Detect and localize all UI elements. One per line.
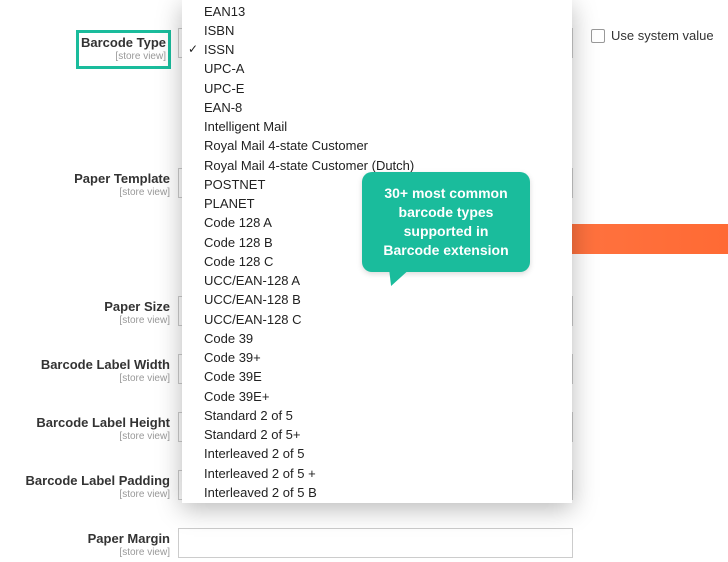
dropdown-option[interactable]: UPC-E [182,79,572,98]
dropdown-option[interactable]: UPC-A [182,60,572,79]
use-system-value-checkbox[interactable] [591,29,605,43]
dropdown-option[interactable]: Code 39E [182,368,572,387]
field-row-paper-margin: Paper Margin [store view] [0,528,728,562]
dropdown-option[interactable]: Code 39E+ [182,387,572,406]
dropdown-option[interactable]: Code 39+ [182,349,572,368]
field-scope: [store view] [0,187,170,198]
field-label: Barcode Label Padding [26,473,170,488]
dropdown-option[interactable]: Interleaved 2 of 5 B [182,483,572,502]
dropdown-option[interactable]: Intelligent Mail [182,118,572,137]
dropdown-option[interactable]: ISBN [182,21,572,40]
dropdown-option[interactable]: UCC/EAN-128 B [182,291,572,310]
field-label: Barcode Type [81,35,166,50]
field-scope: [store view] [0,489,170,500]
use-system-value-label: Use system value [611,28,714,43]
field-scope: [store view] [0,547,170,558]
field-scope: [store view] [0,431,170,442]
dropdown-option[interactable]: EAN13 [182,2,572,21]
field-scope: [store view] [0,315,170,326]
dropdown-option[interactable]: ISSN [182,41,572,60]
paper-margin-input[interactable] [178,528,573,558]
dropdown-option[interactable]: Royal Mail 4-state Customer [182,137,572,156]
dropdown-option[interactable]: Interleaved 2 of 5 [182,445,572,464]
field-label: Paper Template [74,171,170,186]
field-label-highlight: Barcode Type [store view] [77,31,170,68]
dropdown-option[interactable]: Standard 2 of 5 [182,406,572,425]
field-scope: [store view] [0,373,170,384]
dropdown-option[interactable]: EAN-8 [182,98,572,117]
field-scope: [store view] [81,51,166,62]
dropdown-option[interactable]: Interleaved 2 of 5 + [182,464,572,483]
field-label: Paper Size [104,299,170,314]
field-label: Paper Margin [88,531,170,546]
dropdown-option[interactable]: UCC/EAN-128 C [182,310,572,329]
dropdown-option[interactable]: Code 39 [182,329,572,348]
dropdown-option[interactable]: Standard 2 of 5+ [182,426,572,445]
field-label: Barcode Label Width [41,357,170,372]
field-label: Barcode Label Height [36,415,170,430]
dropdown-option[interactable]: UCC/EAN-128 A [182,272,572,291]
callout-bubble: 30+ most common barcode types supported … [362,172,530,272]
